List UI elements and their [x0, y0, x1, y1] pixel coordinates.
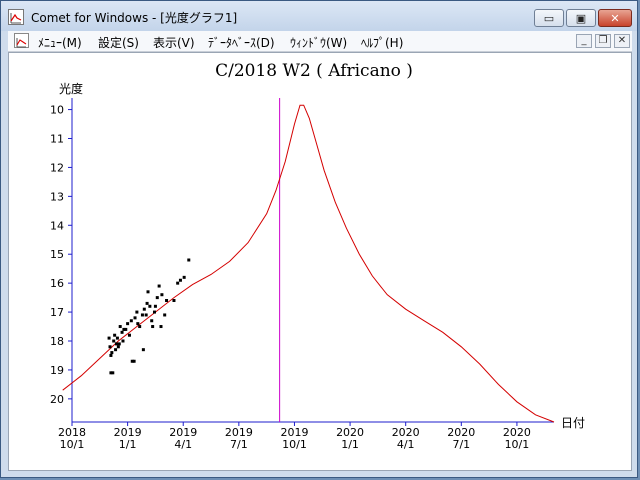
observation-point — [114, 342, 118, 346]
observation-point — [116, 345, 120, 349]
observation-point — [176, 281, 180, 285]
observation-point — [152, 310, 156, 314]
observation-point — [165, 299, 169, 302]
comet-app-icon[interactable] — [8, 9, 24, 25]
observation-point — [187, 258, 191, 262]
y-tick-label: 20 — [50, 393, 64, 406]
observation-point — [108, 345, 112, 349]
observation-point — [178, 278, 182, 282]
observation-point — [141, 348, 145, 352]
observation-point — [182, 275, 186, 279]
observation-point — [124, 327, 128, 331]
brightness-chart: C/2018 W2 ( Africano ) 光度 日付 10 11 12 13 14 1… — [50, 61, 585, 451]
observation-point — [157, 284, 161, 288]
observation-point — [113, 333, 117, 337]
graph-client-area: C/2018 W2 ( Africano ) 光度 日付 10 11 12 13 14 1… — [8, 52, 632, 471]
observation-point — [115, 336, 119, 340]
observation-point — [133, 316, 137, 320]
observation-point — [120, 330, 124, 334]
observation-point — [163, 313, 167, 317]
observation-point — [142, 307, 146, 311]
y-tick-label: 10 — [50, 104, 64, 117]
observation-point — [121, 339, 125, 343]
observation-point — [132, 359, 136, 363]
y-tick-label: 15 — [50, 248, 64, 261]
observation-point — [117, 342, 121, 346]
x-tick-label-date: 1/1 — [341, 438, 359, 451]
y-axis-label: 光度 — [59, 81, 83, 96]
observation-point — [140, 313, 144, 317]
predicted-brightness-curve — [62, 104, 555, 423]
observation-point — [114, 348, 118, 352]
y-tick-label: 17 — [50, 306, 64, 319]
observation-point — [111, 371, 115, 375]
observation-point — [127, 333, 131, 337]
observation-point — [153, 304, 157, 308]
observation-point — [136, 322, 140, 326]
x-tick-label-date: 7/1 — [452, 438, 470, 451]
menu-menu[interactable]: ﾒﾆｭｰ(M) — [38, 34, 82, 51]
mdi-close-button[interactable]: ✕ — [614, 34, 630, 48]
window-title: Comet for Windows - [光度グラフ1] — [31, 11, 238, 25]
menu-settings[interactable]: 設定(S) — [98, 34, 139, 51]
menu-help[interactable]: ﾍﾙﾌﾟ(H) — [361, 34, 403, 51]
minimize-button[interactable]: ▭ — [534, 9, 564, 27]
y-tick-label: 16 — [50, 277, 64, 290]
x-tick-label-date: 4/1 — [397, 438, 415, 451]
observation-point — [118, 325, 122, 329]
observation-point — [145, 301, 149, 305]
y-tick-label: 13 — [50, 190, 64, 203]
observation-point — [148, 304, 152, 308]
x-axis-label: 日付 — [561, 416, 585, 430]
observation-point — [172, 299, 176, 302]
x-tick-label-date: 10/1 — [505, 438, 530, 451]
app-window: Comet for Windows - [光度グラフ1] ▭ ▣ ✕ ﾒﾆｭｰ(… — [0, 0, 638, 478]
observation-point — [107, 336, 111, 340]
x-tick-label-date: 4/1 — [174, 438, 192, 451]
observation-point — [151, 325, 155, 329]
y-tick-label: 18 — [50, 335, 64, 348]
observation-point — [129, 319, 133, 323]
observation-point — [135, 310, 139, 314]
mdi-minimize-button[interactable]: _ — [576, 34, 592, 48]
observation-point — [159, 325, 163, 329]
observation-point — [126, 322, 130, 326]
menu-window[interactable]: ｳｨﾝﾄﾞｳ(W) — [290, 34, 347, 51]
title-bar[interactable]: Comet for Windows - [光度グラフ1] ▭ ▣ ✕ — [1, 1, 637, 31]
observation-point — [144, 313, 148, 317]
mdi-restore-button[interactable]: ❐ — [595, 34, 611, 48]
menu-bar: ﾒﾆｭｰ(M) 設定(S) 表示(V) ﾃﾞｰﾀﾍﾞｰｽ(D) ｳｨﾝﾄﾞｳ(W… — [8, 31, 632, 52]
observation-point — [155, 296, 159, 300]
y-tick-label: 14 — [50, 219, 64, 232]
y-tick-label: 12 — [50, 161, 64, 174]
observation-point — [112, 339, 116, 343]
observation-point — [110, 351, 114, 355]
observation-point — [160, 293, 164, 297]
chart-title: C/2018 W2 ( Africano ) — [215, 61, 413, 81]
x-tick-label-date: 10/1 — [60, 438, 85, 451]
x-tick-label-date: 1/1 — [119, 438, 137, 451]
observation-point — [150, 319, 154, 323]
close-button[interactable]: ✕ — [598, 9, 632, 27]
y-tick-label: 11 — [50, 133, 64, 146]
x-tick-label-date: 7/1 — [230, 438, 248, 451]
y-tick-label: 19 — [50, 364, 64, 377]
maximize-button[interactable]: ▣ — [566, 9, 596, 27]
observation-point — [138, 325, 142, 329]
observation-point — [146, 290, 150, 294]
menu-database[interactable]: ﾃﾞｰﾀﾍﾞｰｽ(D) — [208, 34, 275, 51]
comet-doc-icon[interactable] — [14, 33, 29, 48]
menu-view[interactable]: 表示(V) — [153, 34, 195, 51]
observation-point — [109, 353, 113, 357]
x-tick-label-date: 10/1 — [282, 438, 307, 451]
